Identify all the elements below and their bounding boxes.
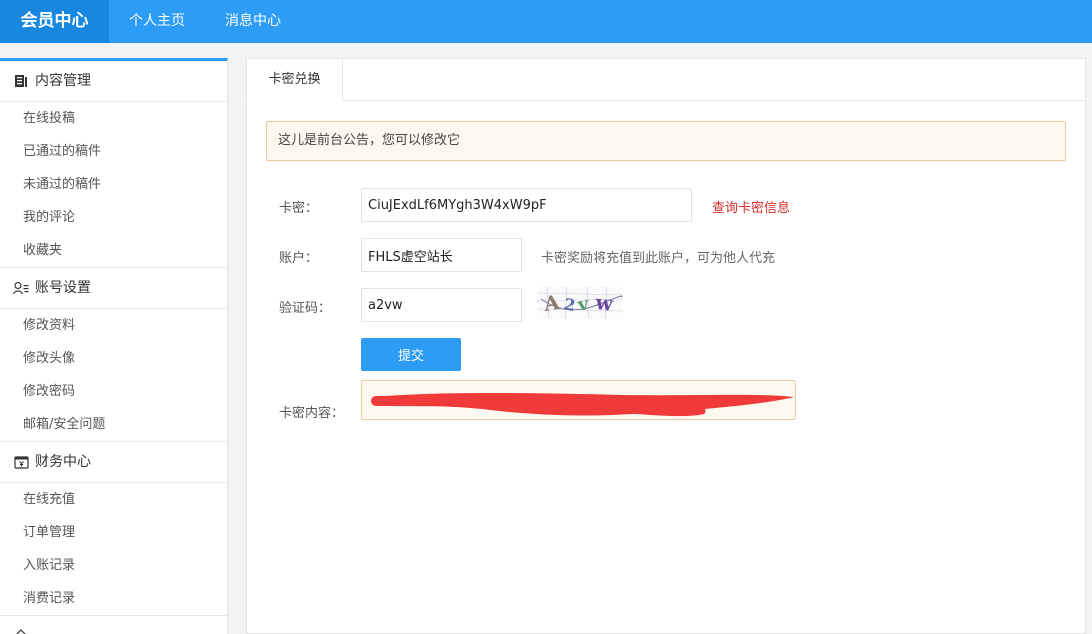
sidebar-group-items: 在线充值 订单管理 入账记录 消费记录 <box>0 483 227 616</box>
nav-personal-home[interactable]: 个人主页 <box>109 0 205 43</box>
sidebar-item-approved[interactable]: 已通过的稿件 <box>0 135 227 168</box>
sidebar-item-comments[interactable]: 我的评论 <box>0 201 227 234</box>
sidebar-group-title: 账号设置 <box>35 279 91 296</box>
account-input[interactable] <box>361 238 522 272</box>
partial-group-icon <box>13 628 29 634</box>
card-key-input[interactable] <box>361 188 692 222</box>
announcement-banner: 这儿是前台公告，您可以修改它 <box>266 121 1066 161</box>
submit-button[interactable]: 提交 <box>361 338 461 371</box>
sidebar-group-items: 修改资料 修改头像 修改密码 邮箱/安全问题 <box>0 309 227 442</box>
sidebar-group-finance: 财务中心 <box>0 442 227 483</box>
sidebar-item-rejected[interactable]: 未通过的稿件 <box>0 168 227 201</box>
sidebar: 内容管理 在线投稿 已通过的稿件 未通过的稿件 我的评论 收藏夹 账号设置 修改… <box>0 58 228 634</box>
sidebar-item-orders[interactable]: 订单管理 <box>0 516 227 549</box>
redaction-scribble <box>371 393 794 417</box>
wallet-icon <box>13 454 29 470</box>
document-icon <box>13 73 29 89</box>
brand-title[interactable]: 会员中心 <box>0 0 109 43</box>
sidebar-item-edit-password[interactable]: 修改密码 <box>0 375 227 408</box>
top-navbar: 会员中心 个人主页 消息中心 <box>0 0 1092 43</box>
card-key-label: 卡密： <box>279 201 319 216</box>
sidebar-group-content: 内容管理 <box>0 61 227 102</box>
sidebar-item-income[interactable]: 入账记录 <box>0 549 227 582</box>
account-hint: 卡密奖励将充值到此账户，可为他人代充 <box>541 251 776 266</box>
captcha-input[interactable] <box>361 288 522 322</box>
captcha-label: 验证码： <box>279 301 332 316</box>
sidebar-item-edit-profile[interactable]: 修改资料 <box>0 309 227 342</box>
card-content-label: 卡密内容： <box>279 406 345 421</box>
captcha-glyph-4: w <box>593 290 614 316</box>
sidebar-item-email-security[interactable]: 邮箱/安全问题 <box>0 408 227 441</box>
tab-card-redeem[interactable]: 卡密兑换 <box>246 58 343 101</box>
nav-message-center[interactable]: 消息中心 <box>205 0 301 43</box>
sidebar-item-recharge[interactable]: 在线充值 <box>0 483 227 516</box>
top-nav: 个人主页 消息中心 <box>109 0 301 43</box>
card-content-box <box>361 380 796 420</box>
sidebar-group-title: 内容管理 <box>35 72 91 89</box>
main-panel: 卡密兑换 这儿是前台公告，您可以修改它 卡密： 查询卡密信息 账户： 卡密奖励将… <box>246 58 1086 634</box>
captcha-image[interactable]: A 2 v w <box>536 286 624 320</box>
sidebar-group-account: 账号设置 <box>0 268 227 309</box>
sidebar-item-expenses[interactable]: 消费记录 <box>0 582 227 615</box>
query-card-info-link[interactable]: 查询卡密信息 <box>712 197 790 216</box>
account-label: 账户： <box>279 251 319 266</box>
sidebar-group-items: 在线投稿 已通过的稿件 未通过的稿件 我的评论 收藏夹 <box>0 102 227 268</box>
sidebar-item-favorites[interactable]: 收藏夹 <box>0 234 227 267</box>
user-settings-icon <box>13 280 29 296</box>
sidebar-item-submit[interactable]: 在线投稿 <box>0 102 227 135</box>
sidebar-group-partial <box>0 616 227 634</box>
tab-bar: 卡密兑换 <box>246 58 1085 101</box>
sidebar-item-edit-avatar[interactable]: 修改头像 <box>0 342 227 375</box>
sidebar-group-title: 财务中心 <box>35 453 91 470</box>
